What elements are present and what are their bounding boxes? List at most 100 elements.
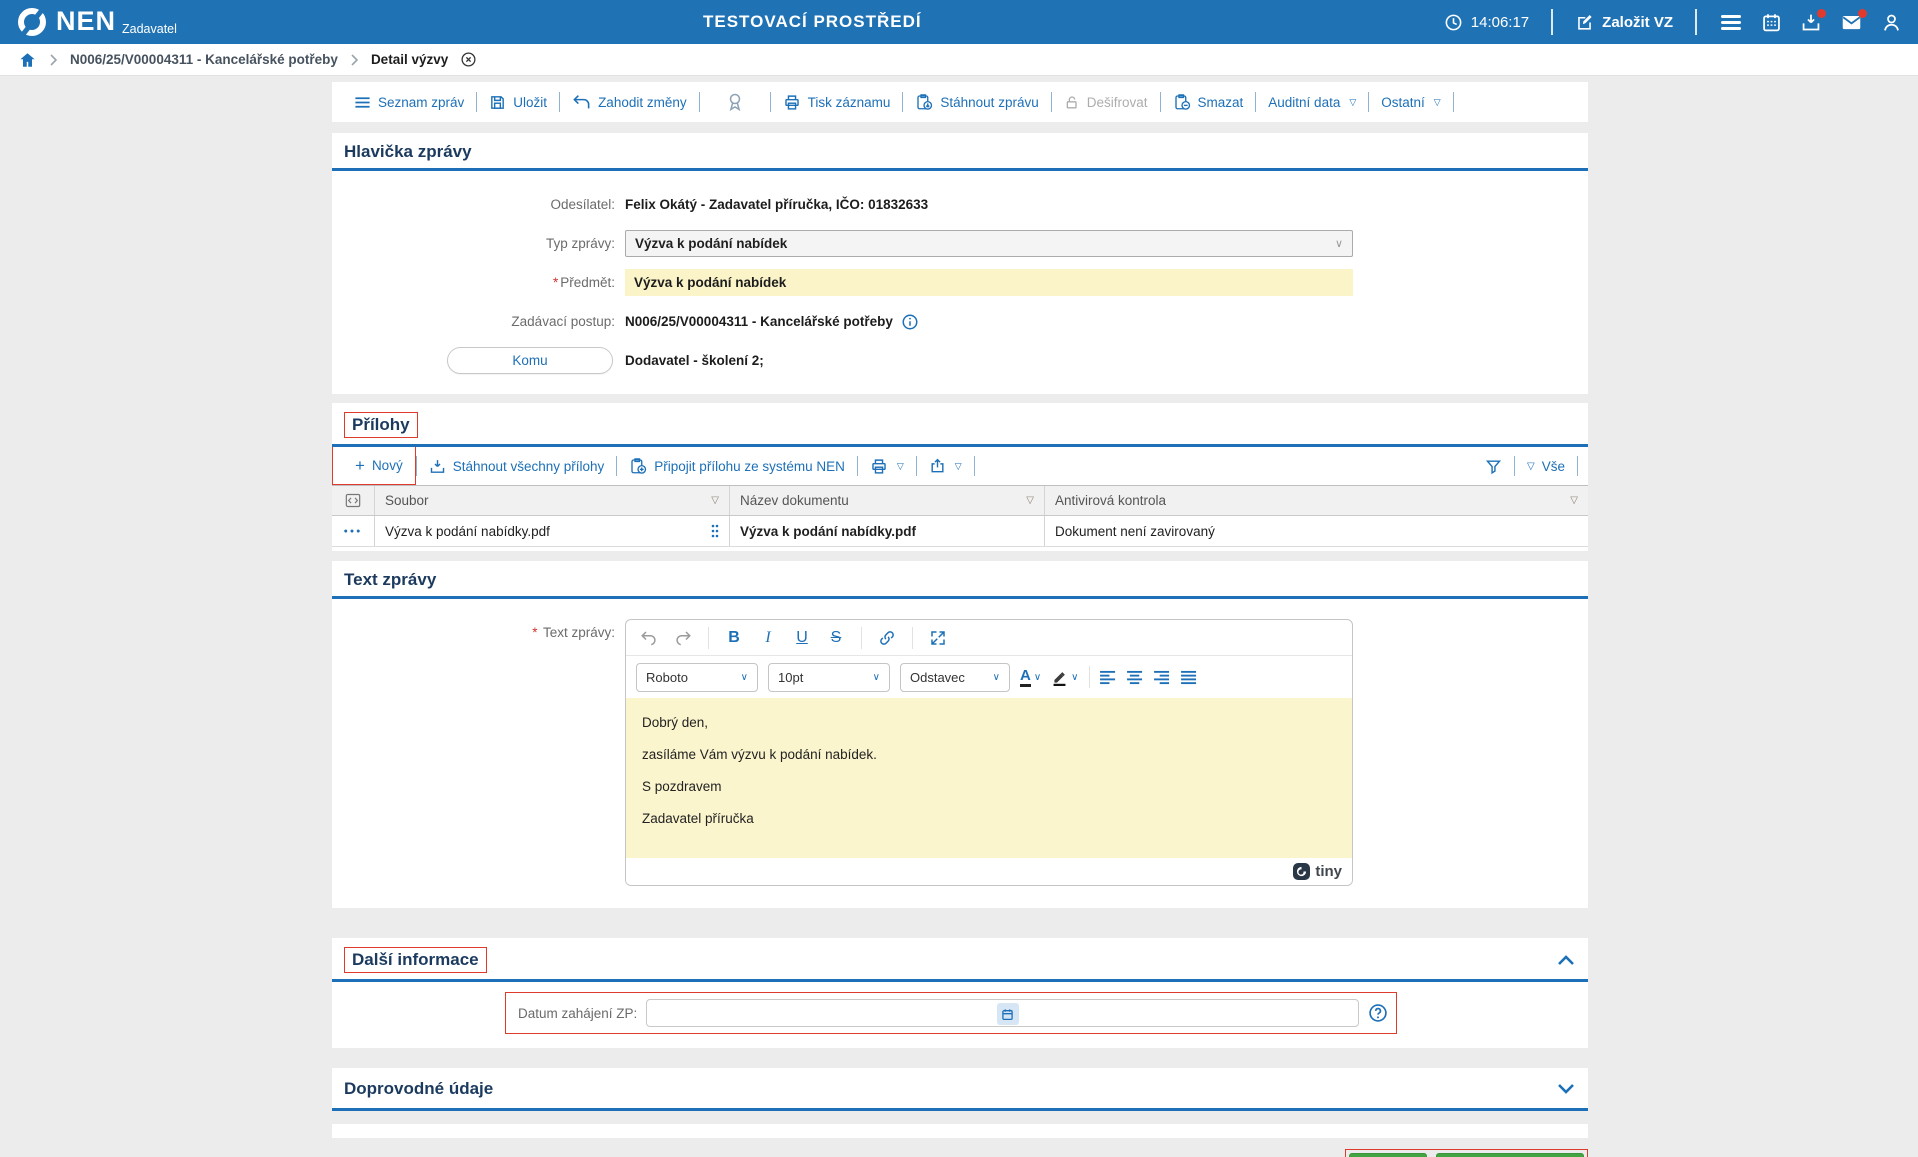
zahodit-zmeny-button[interactable]: Zahodit změny: [560, 94, 699, 110]
row-datum-zahajeni: Datum zahájení ZP:: [332, 982, 1588, 1048]
tisk-zaznamu-button[interactable]: Tisk záznamu: [771, 94, 903, 111]
vse-filter-button[interactable]: ▽ Vše: [1515, 459, 1577, 474]
font-family-select[interactable]: Roboto ∨: [636, 662, 758, 692]
nen-logo[interactable]: NEN Zadavatel: [16, 6, 177, 38]
pripojit-prilohu-button[interactable]: Připojit přílohu ze systému NEN: [617, 457, 857, 475]
text-zpravy-label: * Text zprávy:: [532, 625, 615, 640]
typ-zpravy-select[interactable]: Výzva k podání nabídek ∨: [625, 230, 1353, 257]
ostatni-button[interactable]: Ostatní ▽: [1369, 95, 1452, 110]
komu-value: Dodavatel - školení 2;: [625, 353, 764, 368]
dropdown-triangle-icon: ▽: [954, 460, 962, 471]
predmet-input[interactable]: [625, 269, 1353, 296]
editor-content[interactable]: Dobrý den, zasíláme Vám výzvu k podání n…: [626, 698, 1352, 858]
row-predmet: * Předmět:: [332, 263, 1588, 302]
font-size-select[interactable]: 10pt ∨: [768, 662, 890, 692]
calendar-icon: [1002, 1008, 1014, 1020]
stahnout-vsechny-prilohy-button[interactable]: Stáhnout všechny přílohy: [417, 458, 617, 475]
home-button[interactable]: [18, 51, 37, 69]
profile-button[interactable]: [1881, 12, 1902, 33]
server-time: 14:06:17: [1444, 13, 1529, 32]
komu-button[interactable]: Komu: [447, 347, 613, 374]
stahnout-zpravu-button[interactable]: Stáhnout zprávu: [903, 93, 1050, 111]
required-asterisk: *: [552, 275, 559, 290]
editor-paragraph: Zadavatel příručka: [642, 811, 754, 826]
column-header-antivir[interactable]: Antivirová kontrola ▽: [1045, 486, 1588, 515]
filter-triangle-icon[interactable]: ▽: [1570, 495, 1578, 506]
expand-section-button[interactable]: [1556, 1082, 1576, 1096]
breadcrumb-procedure[interactable]: N006/25/V00004311 - Kancelářské potřeby: [70, 52, 338, 67]
breadcrumb-current: Detail výzvy: [370, 52, 449, 67]
chevron-down-icon: ∨: [1033, 671, 1042, 683]
table-row[interactable]: ●●● Výzva k podání nabídky.pdf Výzva k p…: [332, 516, 1588, 547]
datum-zahajeni-input[interactable]: [646, 999, 1360, 1027]
odeslat-button[interactable]: Odeslat: [1348, 1153, 1428, 1157]
info-icon[interactable]: [901, 313, 919, 331]
environment-title: TESTOVACÍ PROSTŘEDÍ: [703, 12, 922, 31]
plus-icon: +: [355, 455, 365, 475]
export-attachments-button[interactable]: ▽: [917, 457, 974, 475]
editor-paragraph: Dobrý den,: [642, 715, 709, 730]
help-icon[interactable]: [1368, 1003, 1388, 1023]
auditni-data-button[interactable]: Auditní data ▽: [1256, 95, 1368, 110]
print-attachments-button[interactable]: ▽: [858, 458, 916, 475]
close-tab-button[interactable]: [460, 51, 477, 68]
align-right-button[interactable]: [1153, 670, 1171, 685]
editor-statusbar: tiny: [626, 858, 1352, 885]
bold-button[interactable]: B: [725, 629, 743, 647]
messages-button[interactable]: [1840, 8, 1867, 33]
document-delete-icon: [1174, 94, 1190, 110]
dropdown-triangle-icon: ▽: [1527, 460, 1535, 472]
podepsat-a-odeslat-button[interactable]: Podepsat a odeslat: [1436, 1153, 1584, 1157]
italic-button[interactable]: I: [759, 629, 777, 647]
signature-seal-icon[interactable]: [700, 92, 770, 112]
desifrovat-button[interactable]: Dešifrovat: [1052, 94, 1160, 111]
redo-icon[interactable]: [674, 630, 692, 646]
divider: [1088, 666, 1090, 688]
chevron-down-icon: ∨: [872, 671, 880, 683]
undo-icon: [573, 95, 590, 109]
calendar-button[interactable]: [1761, 12, 1782, 33]
novy-button[interactable]: + Nový: [343, 455, 415, 475]
smazat-button[interactable]: Smazat: [1161, 93, 1256, 111]
zalozit-vz-button[interactable]: Založit VZ: [1575, 13, 1673, 32]
chevron-up-icon: [1558, 955, 1574, 965]
seznam-zprav-button[interactable]: Seznam zpráv: [342, 95, 476, 110]
drag-handle-icon[interactable]: [711, 523, 719, 539]
funnel-icon: [1485, 459, 1502, 474]
section-text-zpravy: Text zprávy * Text zprávy: B I U S Robot…: [332, 561, 1588, 908]
chevron-right-icon: [50, 53, 58, 66]
column-header-nazev[interactable]: Název dokumentu ▽: [730, 486, 1045, 515]
align-center-button[interactable]: [1126, 670, 1144, 685]
fullscreen-button[interactable]: [929, 629, 947, 647]
row-typ-zpravy: Typ zprávy: Výzva k podání nabídek ∨: [332, 224, 1588, 263]
column-settings-button[interactable]: [332, 486, 375, 515]
printer-icon: [872, 458, 886, 474]
dropdown-triangle-icon: ▽: [1349, 96, 1357, 107]
editor-paragraph: zasíláme Vám výzvu k podání nabídek.: [642, 747, 877, 762]
datepicker-button[interactable]: [996, 1003, 1019, 1025]
filter-triangle-icon[interactable]: ▽: [1026, 495, 1034, 506]
align-justify-button[interactable]: [1180, 670, 1198, 685]
filter-button[interactable]: [1473, 458, 1514, 475]
datum-zahajeni-label: Datum zahájení ZP:: [518, 1005, 638, 1021]
collapse-section-button[interactable]: [1556, 953, 1576, 967]
block-format-select[interactable]: Odstavec ∨: [900, 662, 1010, 692]
downloads-button[interactable]: [1800, 8, 1826, 33]
highlight-color-button[interactable]: ∨: [1051, 669, 1079, 686]
underline-button[interactable]: U: [793, 629, 811, 647]
row-menu-button[interactable]: ●●●: [332, 516, 375, 546]
menu-button[interactable]: [1719, 12, 1743, 32]
text-color-button[interactable]: A ∨: [1020, 667, 1042, 687]
align-left-button[interactable]: [1099, 670, 1117, 685]
strikethrough-button[interactable]: S: [827, 629, 845, 647]
tiny-logo-text[interactable]: tiny: [1315, 863, 1342, 880]
chevron-down-icon: [1558, 1084, 1574, 1094]
undo-icon[interactable]: [640, 630, 658, 646]
section-title: Hlavička zprávy: [344, 142, 472, 161]
cell-soubor[interactable]: Výzva k podání nabídky.pdf: [385, 524, 550, 539]
column-header-soubor[interactable]: Soubor ▽: [375, 486, 730, 515]
link-button[interactable]: [878, 629, 896, 647]
divider: [861, 626, 862, 649]
ulozit-button[interactable]: Uložit: [477, 94, 559, 111]
filter-triangle-icon[interactable]: ▽: [711, 495, 719, 506]
